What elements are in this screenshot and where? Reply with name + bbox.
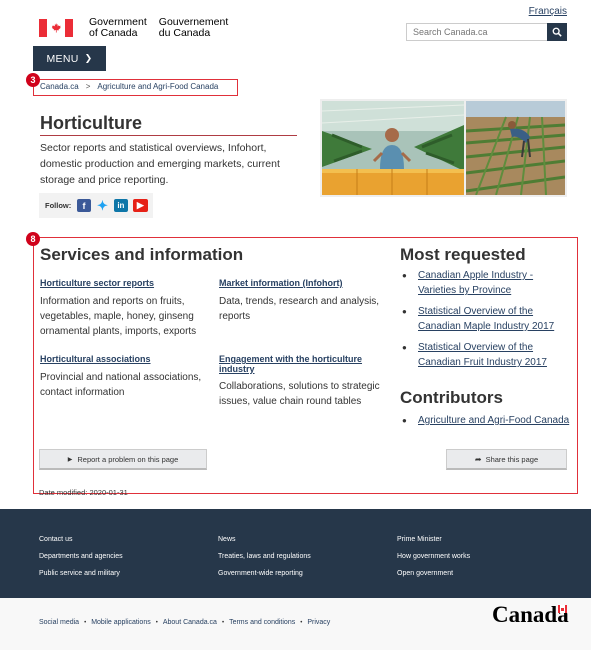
title-underline	[40, 135, 297, 136]
date-modified: Date modified: 2020-01-31	[39, 488, 128, 497]
list-item: ● Agriculture and Agri-Food Canada	[402, 413, 570, 428]
service-desc-sector-reports: Information and reports on fruits, veget…	[40, 296, 197, 337]
service-link-engagement[interactable]: Engagement with the horticulture industr…	[219, 354, 379, 374]
canada-flag-icon	[39, 19, 73, 37]
contributors-list: ● Agriculture and Agri-Food Canada	[400, 413, 572, 428]
footer-link-open-government[interactable]: Open government	[397, 565, 470, 582]
most-requested-link-maple[interactable]: Statistical Overview of the Canadian Map…	[418, 304, 572, 334]
service-desc-engagement: Collaborations, solutions to strategic i…	[219, 381, 380, 407]
annotation-marker-3: 3	[26, 73, 40, 87]
service-desc-infohort: Data, trends, research and analysis, rep…	[219, 296, 380, 322]
facebook-icon[interactable]: f	[77, 199, 91, 212]
most-requested-list: ● Canadian Apple Industry - Varieties by …	[400, 268, 572, 376]
sub-footer: Social media • Mobile applications • Abo…	[0, 598, 591, 650]
most-requested-link-fruit[interactable]: Statistical Overview of the Canadian Fru…	[418, 340, 572, 370]
sub-footer-links: Social media • Mobile applications • Abo…	[39, 619, 330, 626]
footer-link-news[interactable]: News	[218, 531, 311, 548]
triangle-right-icon: ▶	[67, 456, 73, 463]
service-desc-associations: Provincial and national associations, co…	[40, 372, 202, 398]
signature-fr-line2: du Canada	[158, 27, 211, 39]
footer-column-1: Contact us Departments and agencies Publ…	[39, 531, 123, 582]
main-footer: Contact us Departments and agencies Publ…	[0, 509, 591, 598]
wordmark-flag-icon	[558, 605, 567, 613]
government-signature[interactable]: Government of Canada Gouvernement du Can…	[39, 17, 240, 39]
report-problem-label: Report a problem on this page	[77, 454, 179, 464]
share-icon: ➦	[474, 454, 482, 464]
contributors-heading: Contributors	[400, 388, 503, 407]
breadcrumb: Canada.ca > Agriculture and Agri-Food Ca…	[40, 82, 218, 91]
footer-link-reporting[interactable]: Government-wide reporting	[218, 565, 311, 582]
menu-label: MENU	[46, 52, 79, 65]
linkedin-icon[interactable]: in	[114, 199, 128, 212]
most-requested-heading: Most requested	[400, 245, 526, 264]
search-input[interactable]	[406, 23, 547, 41]
list-item: ● Statistical Overview of the Canadian Fr…	[400, 340, 572, 370]
breadcrumb-link-aafc[interactable]: Agriculture and Agri-Food Canada	[97, 82, 218, 91]
services-heading: Services and information	[40, 245, 244, 264]
bullet-separator: •	[155, 619, 158, 626]
breadcrumb-separator: >	[85, 82, 91, 91]
sub-footer-link-social[interactable]: Social media	[39, 619, 79, 626]
service-link-sector-reports[interactable]: Horticulture sector reports	[40, 278, 154, 288]
search-button[interactable]	[547, 23, 567, 41]
sub-footer-link-mobile[interactable]: Mobile applications	[91, 619, 151, 626]
footer-column-2: News Treaties, laws and regulations Gove…	[218, 531, 311, 582]
bullet-separator: •	[221, 619, 225, 626]
chevron-down-icon: ❯	[84, 53, 93, 63]
site-search	[406, 23, 567, 41]
annotation-marker-8: 8	[26, 232, 40, 246]
menu-button[interactable]: MENU ❯	[33, 46, 106, 71]
report-problem-button[interactable]: ▶ Report a problem on this page	[39, 449, 207, 470]
hero-image	[320, 99, 567, 197]
greenhouse-worker-image	[322, 101, 464, 195]
breadcrumb-link-canada[interactable]: Canada.ca	[40, 82, 79, 91]
sub-footer-link-about[interactable]: About Canada.ca	[163, 619, 217, 626]
share-page-button[interactable]: ➦ Share this page	[446, 449, 567, 470]
twitter-icon[interactable]: ✦	[96, 198, 109, 213]
sub-footer-link-terms[interactable]: Terms and conditions	[229, 619, 295, 626]
page-title: Horticulture	[40, 113, 143, 133]
social-follow-bar: Follow: f ✦ in ▶	[39, 193, 153, 218]
service-link-associations[interactable]: Horticultural associations	[40, 354, 151, 364]
footer-column-3: Prime Minister How government works Open…	[397, 531, 470, 582]
field-worker-image	[466, 101, 565, 195]
bullet-separator: •	[84, 619, 87, 626]
footer-link-how-government-works[interactable]: How government works	[397, 548, 470, 565]
search-icon	[552, 27, 562, 37]
signature-en-line2: of Canada	[89, 27, 138, 39]
bullet-separator: •	[300, 619, 303, 626]
language-toggle-link[interactable]: Français	[529, 6, 567, 17]
follow-label: Follow:	[45, 201, 72, 210]
sub-footer-link-privacy[interactable]: Privacy	[307, 619, 330, 626]
footer-link-treaties[interactable]: Treaties, laws and regulations	[218, 548, 311, 565]
most-requested-link-apple[interactable]: Canadian Apple Industry - Varieties by P…	[418, 268, 572, 298]
footer-link-departments[interactable]: Departments and agencies	[39, 548, 123, 565]
footer-link-prime-minister[interactable]: Prime Minister	[397, 531, 470, 548]
page-intro: Sector reports and statistical overviews…	[40, 142, 280, 186]
list-item: ● Statistical Overview of the Canadian Ma…	[400, 304, 572, 334]
list-item: ● Canadian Apple Industry - Varieties by …	[400, 268, 572, 298]
footer-link-public-service[interactable]: Public service and military	[39, 565, 123, 582]
share-page-label: Share this page	[485, 454, 539, 464]
service-link-infohort[interactable]: Market information (Infohort)	[219, 278, 343, 288]
youtube-icon[interactable]: ▶	[132, 199, 148, 212]
contributor-link-aafc[interactable]: Agriculture and Agri-Food Canada	[418, 413, 569, 428]
footer-link-contact-us[interactable]: Contact us	[39, 531, 123, 548]
